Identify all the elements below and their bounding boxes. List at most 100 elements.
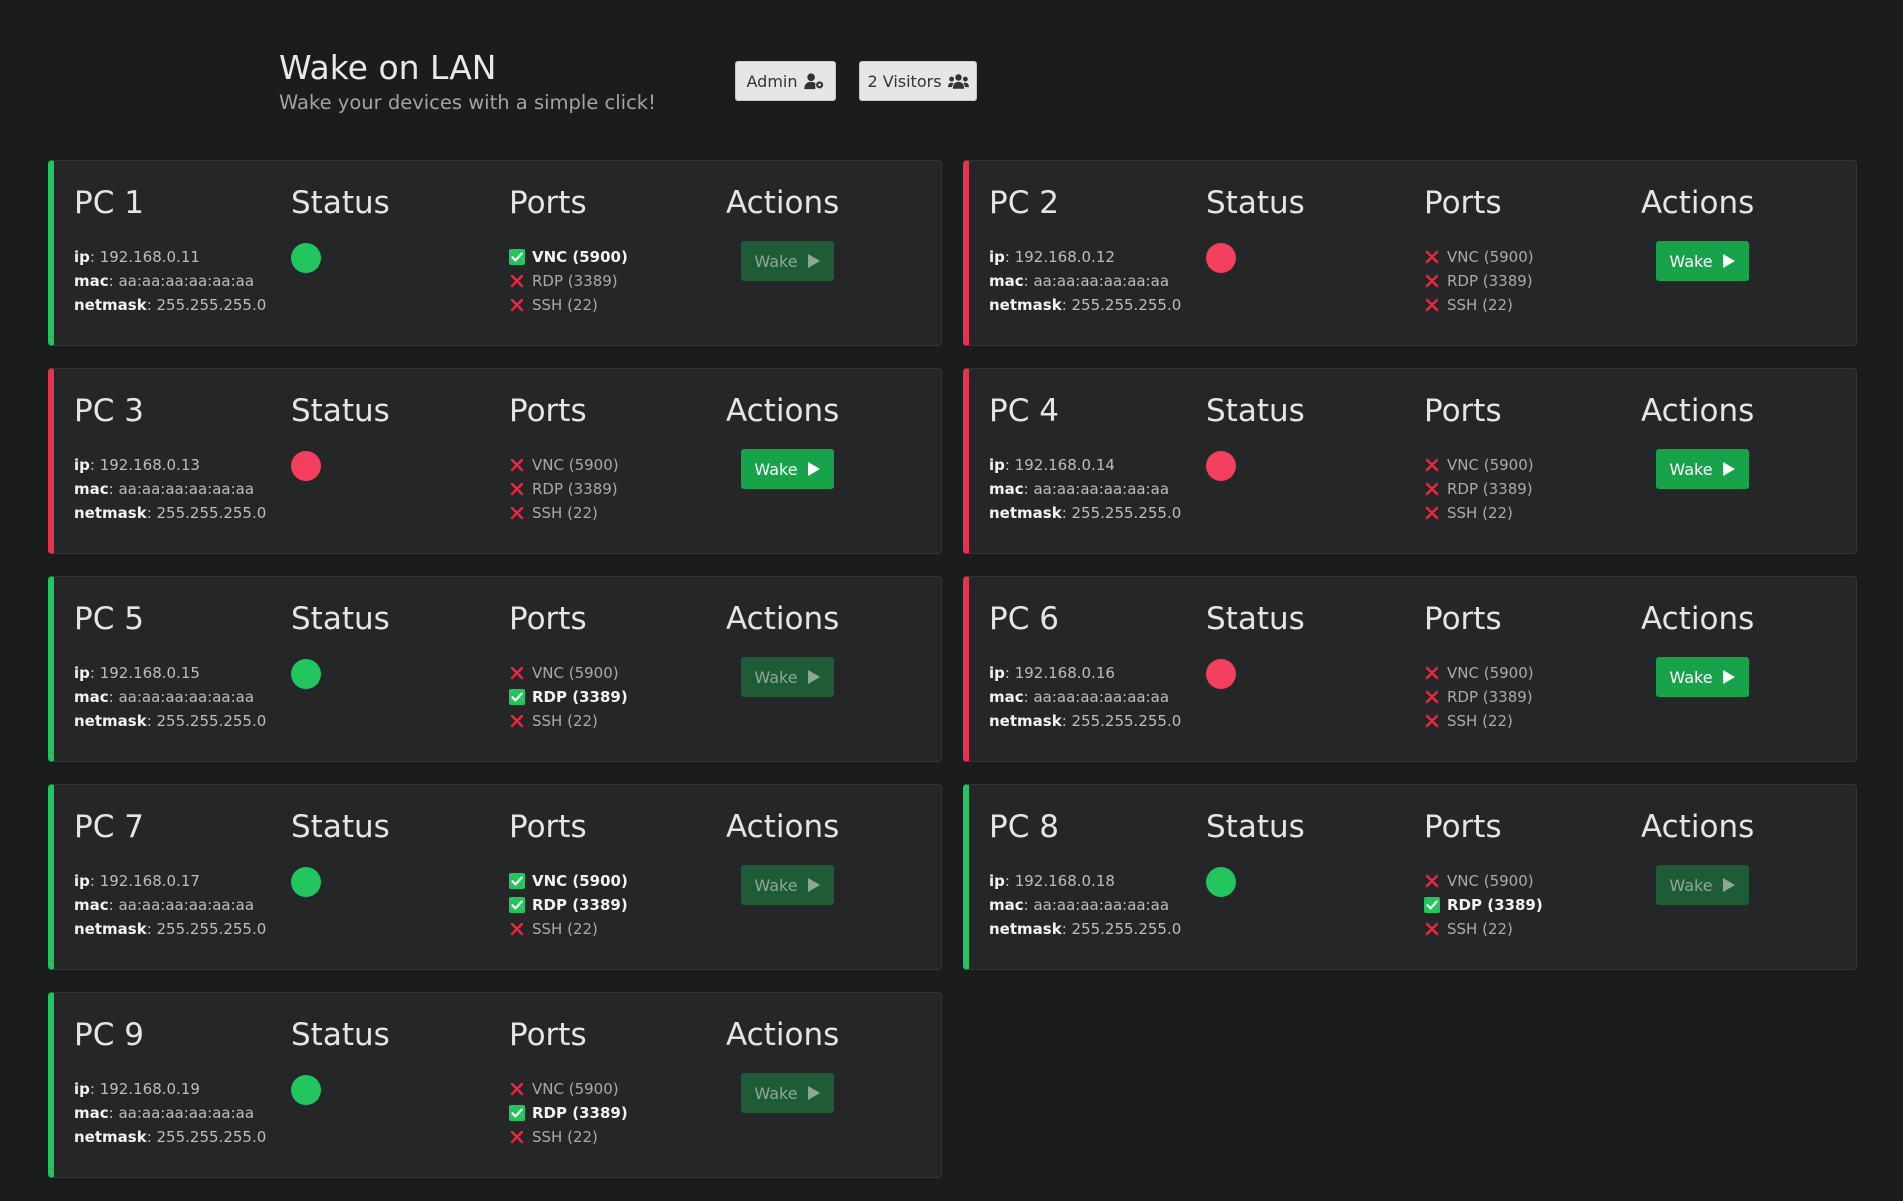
port-item: SSH (22)	[1424, 917, 1543, 941]
device-ip: ip: 192.168.0.17	[74, 872, 200, 890]
wake-button-label: Wake	[1669, 251, 1713, 271]
device-netmask: netmask: 255.255.255.0	[74, 504, 267, 522]
ports-heading: Ports	[509, 1017, 587, 1053]
wake-button[interactable]: Wake	[741, 865, 834, 905]
ports-heading: Ports	[1424, 809, 1502, 845]
ports-heading: Ports	[509, 185, 587, 221]
visitors-button[interactable]: 2 Visitors	[859, 61, 977, 101]
port-label: SSH (22)	[1447, 712, 1513, 730]
device-info: ip: 192.168.0.19 mac: aa:aa:aa:aa:aa:aa ne…	[74, 1077, 266, 1149]
device-ip: ip: 192.168.0.13	[74, 456, 200, 474]
admin-button-label: Admin	[746, 71, 798, 91]
device-info: ip: 192.168.0.18 mac: aa:aa:aa:aa:aa:aa ne…	[989, 869, 1181, 941]
ports-heading: Ports	[509, 601, 587, 637]
status-indicator	[291, 1075, 321, 1105]
page-title: Wake on LAN	[279, 48, 497, 87]
user-gear-icon	[803, 72, 823, 89]
device-mac: mac: aa:aa:aa:aa:aa:aa	[74, 896, 255, 914]
port-list: VNC (5900) RDP (3389) SSH (22)	[509, 453, 619, 525]
actions-heading: Actions	[726, 393, 840, 429]
users-icon	[947, 73, 969, 89]
checkbox-checked-icon	[509, 689, 525, 705]
device-name: PC 2	[989, 185, 1059, 221]
device-mac: mac: aa:aa:aa:aa:aa:aa	[74, 272, 255, 290]
wake-button-label: Wake	[754, 251, 798, 271]
wake-button[interactable]: Wake	[741, 657, 834, 697]
wake-button-label: Wake	[754, 459, 798, 479]
port-item: RDP (3389)	[509, 1101, 628, 1125]
x-mark-icon	[1424, 689, 1440, 705]
x-mark-icon	[1424, 273, 1440, 289]
status-heading: Status	[291, 601, 390, 637]
ports-heading: Ports	[1424, 393, 1502, 429]
device-card: PC 1 Status Ports Actions ip: 192.168.0.11 ma…	[48, 160, 942, 346]
device-name: PC 9	[74, 1017, 144, 1053]
device-name: PC 4	[989, 393, 1059, 429]
port-label: VNC (5900)	[532, 872, 628, 890]
port-list: VNC (5900) RDP (3389) SSH (22)	[1424, 869, 1543, 941]
device-card: PC 2 Status Ports Actions ip: 192.168.0.12 ma…	[963, 160, 1857, 346]
port-item: VNC (5900)	[1424, 453, 1534, 477]
wake-button[interactable]: Wake	[1656, 865, 1749, 905]
device-card: PC 9 Status Ports Actions ip: 192.168.0.19 ma…	[48, 992, 942, 1178]
port-item: RDP (3389)	[509, 685, 628, 709]
wake-button[interactable]: Wake	[741, 1073, 834, 1113]
x-mark-icon	[509, 665, 525, 681]
wake-button[interactable]: Wake	[741, 449, 834, 489]
port-label: VNC (5900)	[532, 248, 628, 266]
port-label: VNC (5900)	[532, 1080, 619, 1098]
ports-heading: Ports	[509, 393, 587, 429]
play-icon	[807, 877, 821, 893]
wake-button-label: Wake	[1669, 459, 1713, 479]
port-label: SSH (22)	[532, 296, 598, 314]
device-netmask: netmask: 255.255.255.0	[74, 920, 267, 938]
device-ip: ip: 192.168.0.18	[989, 872, 1115, 890]
port-item: VNC (5900)	[509, 869, 628, 893]
play-icon	[807, 461, 821, 477]
port-list: VNC (5900) RDP (3389) SSH (22)	[509, 661, 628, 733]
port-label: SSH (22)	[532, 1128, 598, 1146]
x-mark-icon	[1424, 457, 1440, 473]
status-indicator	[291, 659, 321, 689]
x-mark-icon	[509, 297, 525, 313]
port-item: SSH (22)	[509, 1125, 628, 1149]
port-item: RDP (3389)	[509, 477, 619, 501]
checkbox-checked-icon	[509, 897, 525, 913]
port-label: VNC (5900)	[532, 456, 619, 474]
actions-heading: Actions	[1641, 185, 1755, 221]
x-mark-icon	[509, 481, 525, 497]
device-netmask: netmask: 255.255.255.0	[74, 296, 267, 314]
x-mark-icon	[509, 1081, 525, 1097]
checkbox-checked-icon	[509, 873, 525, 889]
x-mark-icon	[509, 713, 525, 729]
wake-button[interactable]: Wake	[1656, 241, 1749, 281]
actions-heading: Actions	[726, 1017, 840, 1053]
device-name: PC 3	[74, 393, 144, 429]
wake-button[interactable]: Wake	[1656, 449, 1749, 489]
actions-heading: Actions	[1641, 393, 1755, 429]
port-label: RDP (3389)	[1447, 896, 1543, 914]
device-name: PC 8	[989, 809, 1059, 845]
play-icon	[807, 1085, 821, 1101]
device-ip: ip: 192.168.0.16	[989, 664, 1115, 682]
port-label: SSH (22)	[1447, 296, 1513, 314]
wake-button[interactable]: Wake	[741, 241, 834, 281]
port-item: RDP (3389)	[1424, 477, 1534, 501]
wake-button[interactable]: Wake	[1656, 657, 1749, 697]
port-label: VNC (5900)	[1447, 248, 1534, 266]
device-netmask: netmask: 255.255.255.0	[989, 920, 1182, 938]
port-label: SSH (22)	[1447, 920, 1513, 938]
device-mac: mac: aa:aa:aa:aa:aa:aa	[74, 480, 255, 498]
actions-heading: Actions	[726, 601, 840, 637]
device-name: PC 5	[74, 601, 144, 637]
status-heading: Status	[1206, 809, 1305, 845]
admin-button[interactable]: Admin	[735, 61, 836, 101]
device-info: ip: 192.168.0.16 mac: aa:aa:aa:aa:aa:aa ne…	[989, 661, 1181, 733]
x-mark-icon	[1424, 481, 1440, 497]
checkbox-checked-icon	[1424, 897, 1440, 913]
port-item: SSH (22)	[1424, 293, 1534, 317]
x-mark-icon	[1424, 297, 1440, 313]
x-mark-icon	[509, 1129, 525, 1145]
status-indicator	[1206, 867, 1236, 897]
port-label: VNC (5900)	[532, 664, 619, 682]
